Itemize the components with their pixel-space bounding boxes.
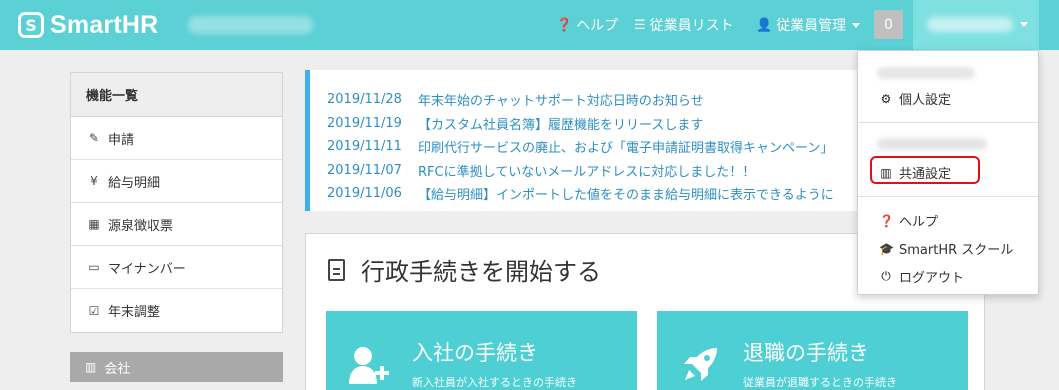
sidebar-company-label: 会社 <box>104 361 131 377</box>
common-settings-highlight <box>870 156 980 184</box>
logo-mark-icon: S <box>18 12 44 38</box>
sidebar-item-label: 申請 <box>108 132 135 148</box>
news-link[interactable]: 年末年始のチャットサポート対応日時のお知らせ <box>418 90 704 109</box>
nav-employee-list-link[interactable]: ☰ 従業員リスト <box>634 0 734 50</box>
news-link[interactable]: 【カスタム社員名簿】履歴機能をリリースします <box>418 114 703 133</box>
nav-help-label: ヘルプ <box>576 18 619 34</box>
procedures-heading: 行政手続きを開始する <box>328 252 601 287</box>
withholding-icon: ▦ <box>88 217 100 231</box>
smarthr-logo[interactable]: S SmartHR <box>18 11 158 39</box>
chevron-down-icon <box>852 22 861 28</box>
nav-employee-mgmt-dropdown[interactable]: 👤 従業員管理 <box>756 0 861 50</box>
notification-badge[interactable]: 0 <box>874 10 903 39</box>
card-subtitle: 従業員が退職するときの手続き <box>743 376 897 389</box>
sidebar-item-payslip[interactable]: ¥ 給与明細 <box>71 160 282 203</box>
user-menu-toggle[interactable] <box>913 0 1039 50</box>
menu-divider <box>858 196 1038 197</box>
news-date: 2019/11/07 <box>327 162 402 178</box>
news-link[interactable]: 印刷代行サービスの廃止、および「電子申請証明書取得キャンペーン」 <box>418 137 833 156</box>
nav-employee-list-label: 従業員リスト <box>649 18 734 34</box>
feature-sidebar: 機能一覧 ✎ 申請 ¥ 給与明細 ▦ 源泉徴収票 ▭ マイナンバー ☑ 年末調整 <box>70 72 283 333</box>
news-date: 2019/11/11 <box>327 139 402 155</box>
sidebar-item-year-end-adjustment[interactable]: ☑ 年末調整 <box>71 289 282 332</box>
nav-employee-mgmt-label: 従業員管理 <box>776 18 847 34</box>
application-icon: ✎ <box>88 131 100 145</box>
news-link[interactable]: 【給与明細】インポートした値をそのまま給与明細に表示できるように <box>418 184 834 203</box>
offboarding-procedure-card[interactable]: 退職の手続き 従業員が退職するときの手続き <box>657 311 968 390</box>
list-icon: ☰ <box>634 17 646 33</box>
graduation-cap-icon: 🎓 <box>879 241 894 256</box>
news-link[interactable]: RFCに準拠していないメールアドレスに対応しました！！ <box>418 161 755 180</box>
menu-divider <box>858 122 1038 123</box>
card-title: 退職の手続き <box>743 341 869 365</box>
document-icon <box>328 258 345 281</box>
rocket-icon <box>684 348 717 381</box>
top-navbar: S SmartHR ❓ ヘルプ ☰ 従業員リスト 👤 従業員管理 0 <box>0 0 1059 50</box>
news-date: 2019/11/19 <box>327 115 402 131</box>
user-icon: 👤 <box>756 17 773 33</box>
smarthr-school-item[interactable]: 🎓 SmartHR スクール <box>879 239 1014 259</box>
sidebar-title: 機能一覧 <box>71 73 282 117</box>
card-title: 入社の手続き <box>412 341 538 365</box>
procedures-title: 行政手続きを開始する <box>361 258 601 286</box>
personal-settings-item[interactable]: ⚙ 個人設定 <box>879 89 952 109</box>
gear-icon: ⚙ <box>880 91 892 106</box>
user-name-redacted <box>927 17 1013 32</box>
company-name-redacted <box>188 16 313 34</box>
calendar-check-icon: ☑ <box>88 303 100 318</box>
help-item[interactable]: ❓ ヘルプ <box>879 211 939 231</box>
building-icon: ▥ <box>85 360 97 374</box>
sidebar-item-label: 源泉徴収票 <box>108 218 174 234</box>
question-circle-icon: ❓ <box>879 213 894 228</box>
question-circle-icon: ❓ <box>556 17 573 33</box>
sidebar-company-header: ▥ 会社 <box>70 352 283 382</box>
redacted-company-info <box>877 138 987 150</box>
personal-settings-label: 個人設定 <box>899 93 952 108</box>
card-subtitle: 新入社員が入社するときの手続き <box>412 376 577 389</box>
sidebar-item-label: 給与明細 <box>108 175 161 191</box>
onboarding-procedure-card[interactable]: 入社の手続き 新入社員が入社するときの手続き <box>326 311 637 390</box>
logout-label: ログアウト <box>899 271 965 286</box>
add-user-icon <box>349 347 389 384</box>
smarthr-school-label: SmartHR スクール <box>899 243 1014 258</box>
sidebar-item-label: 年末調整 <box>108 305 161 320</box>
redacted-user-info <box>877 67 975 79</box>
logo-text: SmartHR <box>50 10 159 39</box>
sidebar-item-withholding[interactable]: ▦ 源泉徴収票 <box>71 203 282 246</box>
help-label: ヘルプ <box>899 215 939 230</box>
news-date: 2019/11/28 <box>327 92 402 108</box>
nav-help-link[interactable]: ❓ ヘルプ <box>556 0 618 50</box>
sidebar-item-mynumber[interactable]: ▭ マイナンバー <box>71 246 282 289</box>
news-date: 2019/11/06 <box>327 186 402 202</box>
power-icon: ⏻ <box>881 269 891 283</box>
id-card-icon: ▭ <box>88 260 100 274</box>
payslip-icon: ¥ <box>90 174 98 188</box>
sidebar-item-application[interactable]: ✎ 申請 <box>71 117 282 160</box>
chevron-down-icon <box>1020 22 1028 27</box>
sidebar-item-label: マイナンバー <box>108 261 186 277</box>
logout-item[interactable]: ⏻ ログアウト <box>879 267 964 286</box>
